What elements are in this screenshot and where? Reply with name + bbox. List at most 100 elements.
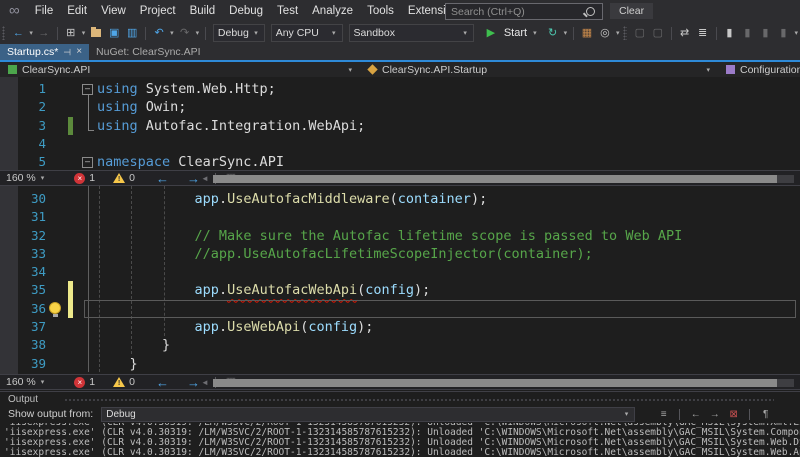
glyph-margin[interactable] xyxy=(46,318,97,336)
profile-dropdown[interactable]: Sandbox ▾ xyxy=(349,24,474,42)
close-icon[interactable]: × xyxy=(76,44,82,60)
line-number[interactable]: 3 xyxy=(0,117,46,135)
search-icon[interactable] xyxy=(586,7,595,16)
start-caret-icon[interactable]: ▾ xyxy=(531,29,539,37)
tool-window-icon[interactable]: ▢ xyxy=(631,22,649,44)
clear-all-output-icon[interactable]: ⊠ xyxy=(724,409,743,420)
code-text[interactable] xyxy=(97,263,800,281)
search-box[interactable]: Search (Ctrl+Q) xyxy=(445,3,603,20)
tool-window-alt-icon[interactable]: ▢ xyxy=(649,22,667,44)
glyph-margin[interactable] xyxy=(46,245,97,263)
zoom-caret-icon[interactable]: ▾ xyxy=(39,174,47,182)
fold-collapse-icon[interactable]: – xyxy=(82,157,93,168)
line-number[interactable]: 38 xyxy=(0,336,46,354)
error-icon[interactable]: × xyxy=(74,173,85,184)
undo-caret-icon[interactable]: ▾ xyxy=(168,29,176,37)
goto-message-icon[interactable]: ≡ xyxy=(654,409,673,420)
menu-item-project[interactable]: Project xyxy=(133,0,183,22)
glyph-margin[interactable] xyxy=(46,355,97,373)
iis-express-icon[interactable]: ◎ xyxy=(596,22,614,44)
navigate-back-icon[interactable]: ← xyxy=(147,375,178,390)
line-number[interactable]: 35 xyxy=(0,281,46,299)
open-file-icon[interactable] xyxy=(91,29,101,37)
fold-collapse-icon[interactable]: – xyxy=(82,84,93,95)
output-source-dropdown[interactable]: Debug ▾ xyxy=(101,407,635,422)
glyph-margin[interactable] xyxy=(46,281,97,299)
undo-icon[interactable]: ↶ xyxy=(150,22,168,44)
code-text[interactable]: } xyxy=(97,336,800,354)
line-number[interactable]: 34 xyxy=(0,263,46,281)
output-panel-title[interactable]: Output xyxy=(0,393,800,406)
breadcrumb-member[interactable]: Configuration(IAppBuil xyxy=(718,62,800,77)
zoom-caret-icon[interactable]: ▾ xyxy=(39,378,47,386)
configuration-dropdown[interactable]: Debug ▾ xyxy=(213,24,265,42)
horizontal-scrollbar[interactable] xyxy=(213,175,794,183)
toolbar-overflow-icon[interactable]: ▾ xyxy=(792,29,800,37)
code-line-1[interactable]: 1–using System.Web.Http; xyxy=(0,80,800,98)
line-number[interactable]: 5 xyxy=(0,153,46,170)
glyph-margin[interactable] xyxy=(46,227,97,245)
zoom-level[interactable]: 160 % xyxy=(0,172,39,184)
line-number[interactable]: 31 xyxy=(0,208,46,226)
code-line-4[interactable]: 4 xyxy=(0,135,800,153)
redo-icon[interactable]: ↷ xyxy=(176,22,194,44)
code-text[interactable] xyxy=(97,135,800,153)
line-number[interactable]: 30 xyxy=(0,190,46,208)
code-line-3[interactable]: 3using Autofac.Integration.WebApi; xyxy=(0,117,800,135)
code-text[interactable]: //app.UseAutofacLifetimeScopeInjector(co… xyxy=(97,245,800,263)
panel-grip[interactable] xyxy=(64,398,774,403)
line-number[interactable]: 32 xyxy=(0,227,46,245)
glyph-margin[interactable] xyxy=(46,98,97,116)
redo-caret-icon[interactable]: ▾ xyxy=(194,29,202,37)
code-text[interactable]: } xyxy=(97,355,800,373)
hot-reload-caret-icon[interactable]: ▾ xyxy=(562,29,570,37)
warning-icon[interactable]: ! xyxy=(113,377,125,387)
publish-icon[interactable]: ▦ xyxy=(578,22,596,44)
code-line-32[interactable]: 32 // Make sure the Autofac lifetime sco… xyxy=(0,227,800,245)
warning-icon[interactable]: ! xyxy=(113,173,125,183)
editor-pane-bottom[interactable]: 30 app.UseAutofacMiddleware(container);3… xyxy=(0,186,800,374)
save-all-icon[interactable]: ▥ xyxy=(123,22,141,44)
code-line-5[interactable]: 5–namespace ClearSync.API xyxy=(0,153,800,170)
output-log[interactable]: 'iisexpress.exe' (CLR v4.0.30319: /LM/W3… xyxy=(4,423,800,457)
menu-item-build[interactable]: Build xyxy=(183,0,223,22)
menu-item-analyze[interactable]: Analyze xyxy=(305,0,360,22)
code-line-35[interactable]: 35 app.UseAutofacWebApi(config); xyxy=(0,281,800,299)
code-line-38[interactable]: 38 } xyxy=(0,336,800,354)
navigate-back-icon[interactable]: ← xyxy=(147,171,178,186)
goto-next-message-icon[interactable]: → xyxy=(705,409,724,420)
iis-express-caret-icon[interactable]: ▾ xyxy=(614,29,622,37)
code-text[interactable] xyxy=(97,208,800,226)
platform-dropdown[interactable]: Any CPU ▾ xyxy=(271,24,343,42)
menu-item-file[interactable]: File xyxy=(28,0,61,22)
code-text[interactable]: app.UseWebApi(config); xyxy=(97,318,800,336)
toolbar-grip[interactable] xyxy=(623,26,626,40)
tab-startup-cs[interactable]: Startup.cs* ⊤ × xyxy=(0,44,89,60)
breadcrumb-type[interactable]: ClearSync.API.Startup ▾ xyxy=(360,62,718,77)
scroll-left-icon[interactable]: ◄ xyxy=(201,378,209,387)
word-wrap-icon[interactable]: ¶ xyxy=(756,409,775,420)
scrollbar-thumb[interactable] xyxy=(213,175,777,183)
scrollbar-thumb[interactable] xyxy=(213,379,777,387)
glyph-margin[interactable] xyxy=(46,263,97,281)
code-line-30[interactable]: 30 app.UseAutofacMiddleware(container); xyxy=(0,190,800,208)
next-bookmark-icon[interactable]: ▮ xyxy=(756,22,774,44)
menu-item-edit[interactable]: Edit xyxy=(60,0,94,22)
menu-item-view[interactable]: View xyxy=(94,0,133,22)
menu-item-test[interactable]: Test xyxy=(270,0,305,22)
line-number[interactable]: 33 xyxy=(0,245,46,263)
glyph-margin[interactable] xyxy=(46,135,97,153)
code-line-2[interactable]: 2using Owin; xyxy=(0,98,800,116)
code-line-39[interactable]: 39 } xyxy=(0,355,800,373)
code-line-36[interactable]: 36 xyxy=(0,300,800,318)
navigate-backward-icon[interactable]: ← xyxy=(9,22,27,44)
chevron-down-icon[interactable]: ▾ xyxy=(704,66,712,74)
code-line-33[interactable]: 33 //app.UseAutofacLifetimeScopeInjector… xyxy=(0,245,800,263)
toolbar-grip[interactable] xyxy=(2,26,5,40)
clear-bookmarks-icon[interactable]: ▮ xyxy=(774,22,792,44)
error-icon[interactable]: × xyxy=(74,377,85,388)
start-button[interactable]: ▶ Start ▾ xyxy=(477,22,544,44)
navigate-forward-icon[interactable]: → xyxy=(35,22,53,44)
code-line-31[interactable]: 31 xyxy=(0,208,800,226)
new-project-icon[interactable]: ⊞ xyxy=(62,22,80,44)
